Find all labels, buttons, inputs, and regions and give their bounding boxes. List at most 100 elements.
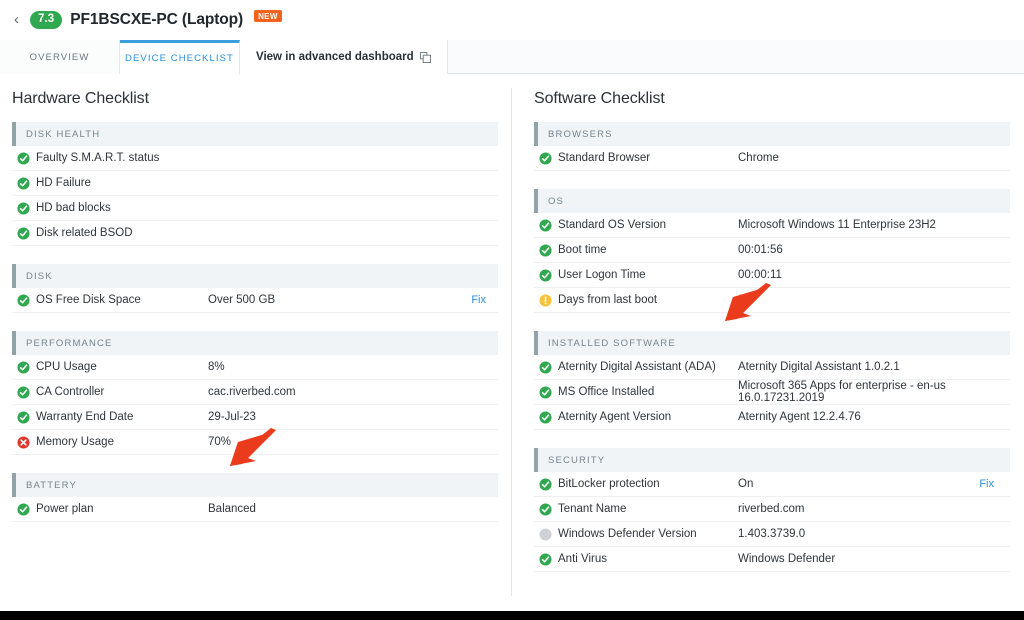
status-check-icon	[12, 226, 36, 240]
row-label: Aternity Agent Version	[558, 411, 672, 423]
checklist-row: CA Controller cac.riverbed.com	[12, 380, 498, 405]
status-check-icon	[534, 218, 558, 232]
column-divider	[511, 88, 512, 596]
row-value: Microsoft Windows 11 Enterprise 23H2	[738, 219, 936, 231]
advanced-dashboard-label: View in advanced dashboard	[256, 51, 414, 63]
checklist-section: BROWSERS Standard Browser Chrome	[534, 122, 1010, 171]
row-label: CA Controller	[36, 386, 105, 398]
row-value: riverbed.com	[738, 503, 805, 515]
checklist-row: MS Office Installed Microsoft 365 Apps fo…	[534, 380, 1010, 405]
checklist-row: Power plan Balanced	[12, 497, 498, 522]
checklist-row: OS Free Disk Space Over 500 GB Fix	[12, 288, 498, 313]
status-check-icon	[12, 360, 36, 374]
row-label: Standard OS Version	[558, 219, 667, 231]
software-checklist-title: Software Checklist	[534, 90, 665, 107]
status-error-icon	[12, 435, 36, 449]
row-label: Power plan	[36, 503, 94, 515]
section-header: INSTALLED SOFTWARE	[534, 331, 1010, 355]
checklist-row: Boot time 00:01:56	[534, 238, 1010, 263]
row-label: MS Office Installed	[558, 386, 655, 398]
row-label: Days from last boot	[558, 294, 658, 306]
row-label: Tenant Name	[558, 503, 627, 515]
row-value: cac.riverbed.com	[208, 386, 296, 398]
row-label: HD Failure	[36, 177, 91, 189]
checklist-section: DISK HEALTH Faulty S.M.A.R.T. status HD Fa…	[12, 122, 498, 246]
page-header: ‹ 7.3 PF1BSCXE-PC (Laptop) NEW	[0, 0, 1024, 40]
checklist-row: Anti Virus Windows Defender	[534, 547, 1010, 572]
row-value: 00:01:56	[738, 244, 783, 256]
checklist-section: DISK OS Free Disk Space Over 500 GB Fix	[12, 264, 498, 313]
row-label: Windows Defender Version	[558, 528, 697, 540]
status-check-icon	[534, 410, 558, 424]
fix-link[interactable]: Fix	[979, 478, 1010, 490]
status-check-icon	[534, 502, 558, 516]
health-score-badge: 7.3	[30, 11, 63, 29]
tab-device-checklist[interactable]: DEVICE CHECKLIST	[120, 40, 240, 75]
checklist-row: Standard OS Version Microsoft Windows 11 …	[534, 213, 1010, 238]
row-value: Aternity Digital Assistant 1.0.2.1	[738, 361, 900, 373]
checklist-row: Days from last boot 29	[534, 288, 1010, 313]
checklist-section: BATTERY Power plan Balanced	[12, 473, 498, 522]
status-check-icon	[12, 201, 36, 215]
row-label: Aternity Digital Assistant (ADA)	[558, 361, 716, 373]
row-value: 29	[738, 294, 751, 306]
status-warning-icon	[534, 293, 558, 307]
row-label: Memory Usage	[36, 436, 114, 448]
section-header: BATTERY	[12, 473, 498, 497]
checklist-row: Disk related BSOD	[12, 221, 498, 246]
device-checklist-page: ‹ 7.3 PF1BSCXE-PC (Laptop) NEW OVERVIEW …	[0, 0, 1024, 620]
row-value: Chrome	[738, 152, 779, 164]
checklist-row: Warranty End Date 29-Jul-23	[12, 405, 498, 430]
checklist-row: Faulty S.M.A.R.T. status	[12, 146, 498, 171]
checklist-content: Hardware Checklist DISK HEALTH Faulty S.M…	[0, 74, 1024, 612]
section-header: DISK	[12, 264, 498, 288]
tab-bar: OVERVIEW DEVICE CHECKLIST View in advanc…	[0, 40, 1024, 75]
row-label: HD bad blocks	[36, 202, 111, 214]
status-check-icon	[12, 176, 36, 190]
row-label: Anti Virus	[558, 553, 608, 565]
row-label: Boot time	[558, 244, 607, 256]
status-check-icon	[12, 293, 36, 307]
section-header: SECURITY	[534, 448, 1010, 472]
row-value: 8%	[208, 361, 225, 373]
external-link-icon	[419, 51, 431, 63]
checklist-row: Tenant Name riverbed.com	[534, 497, 1010, 522]
tab-overview[interactable]: OVERVIEW	[0, 40, 120, 74]
row-label: Warranty End Date	[36, 411, 134, 423]
status-check-icon	[534, 268, 558, 282]
fix-link[interactable]: Fix	[471, 294, 498, 306]
status-check-icon	[534, 385, 558, 399]
software-checklist-column: Software Checklist BROWSERS Standard Brow…	[512, 90, 1024, 612]
checklist-row: Windows Defender Version 1.403.3739.0	[534, 522, 1010, 547]
section-header: PERFORMANCE	[12, 331, 498, 355]
checklist-row: Memory Usage 70%	[12, 430, 498, 455]
section-header: DISK HEALTH	[12, 122, 498, 146]
checklist-section: INSTALLED SOFTWARE Aternity Digital Assis…	[534, 331, 1010, 430]
status-check-icon	[12, 502, 36, 516]
checklist-row: Aternity Agent Version Aternity Agent 12.…	[534, 405, 1010, 430]
row-label: OS Free Disk Space	[36, 294, 141, 306]
status-check-icon	[534, 243, 558, 257]
status-check-icon	[12, 151, 36, 165]
view-in-advanced-dashboard-link[interactable]: View in advanced dashboard	[240, 40, 448, 74]
checklist-row: HD Failure	[12, 171, 498, 196]
checklist-section: OS Standard OS Version Microsoft Windows 1…	[534, 189, 1010, 313]
status-check-icon	[534, 552, 558, 566]
checklist-row: User Logon Time 00:00:11	[534, 263, 1010, 288]
row-value: Balanced	[208, 503, 256, 515]
row-value: 1.403.3739.0	[738, 528, 806, 540]
bottom-bar	[0, 611, 1024, 620]
checklist-row: HD bad blocks	[12, 196, 498, 221]
checklist-row: CPU Usage 8%	[12, 355, 498, 380]
row-value: 00:00:11	[738, 269, 782, 281]
row-label: Disk related BSOD	[36, 227, 133, 239]
row-label: Faulty S.M.A.R.T. status	[36, 152, 160, 164]
status-check-icon	[12, 385, 36, 399]
status-neutral-icon	[534, 527, 558, 541]
row-label: Standard Browser	[558, 152, 651, 164]
checklist-section: SECURITY BitLocker protection On Fix Tenant …	[534, 448, 1010, 572]
row-value: Windows Defender	[738, 553, 836, 565]
checklist-row: BitLocker protection On Fix	[534, 472, 1010, 497]
hardware-checklist-title: Hardware Checklist	[12, 90, 149, 107]
chevron-left-icon[interactable]: ‹	[14, 12, 22, 29]
